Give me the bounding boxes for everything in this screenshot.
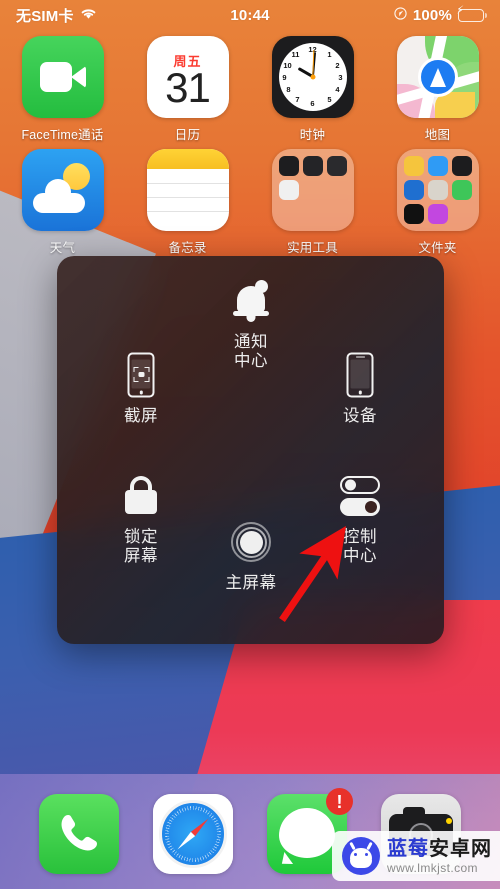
assistive-item-label: 设备 [343,407,377,425]
assistive-item-control-center[interactable]: 控制 中心 [318,473,402,566]
app-label: 日历 [174,128,201,142]
bell-icon [228,278,274,324]
app-label: 天气 [49,241,76,255]
app-label: 备忘录 [168,241,207,255]
home-screen-grid: FaceTime通话 周五 31 日历 12 1 2 3 4 5 6 7 [0,36,500,256]
app-label: 实用工具 [287,241,338,255]
wifi-icon [80,7,97,24]
assistive-item-device[interactable]: 设备 [318,352,402,426]
app-label: 文件夹 [418,241,457,255]
calendar-icon[interactable]: 周五 31 [146,36,229,118]
app-label: 地图 [424,128,451,142]
status-bar: 无SIM卡 10:44 100% ⚡ [0,0,500,30]
assistive-touch-menu-panel[interactable]: 通知 中心 截屏 设备 锁定 屏幕 主屏幕 控制 中心 [57,256,444,644]
app-clock[interactable]: 12 1 2 3 4 5 6 7 8 9 10 11 [250,36,375,143]
screenshot-icon [118,352,164,398]
watermark-text: 蓝莓安卓网 www.lmkjst.com [387,839,492,874]
site-watermark: 蓝莓安卓网 www.lmkjst.com [332,831,500,881]
control-center-toggles-icon [337,473,383,519]
watermark-name-part1: 蓝莓 [387,837,429,860]
iphone-screen: 无SIM卡 10:44 100% ⚡ FaceTime通话 周五 31 日历 1… [0,0,500,889]
watermark-url: www.lmkjst.com [387,860,478,875]
status-bar-right: 100% ⚡ [394,5,487,24]
clock-icon[interactable]: 12 1 2 3 4 5 6 7 8 9 10 11 [271,36,354,118]
battery-percent-label: 100% [412,6,452,24]
android-robot-icon [342,837,380,875]
watermark-name-part2: 安卓网 [429,837,492,860]
device-icon [337,352,383,398]
folder-icon[interactable] [396,149,479,231]
lightning-bolt-icon: ⚡ [456,4,465,17]
app-folder[interactable]: 文件夹 [375,149,500,256]
assistive-item-label: 锁定 屏幕 [124,528,158,565]
assistive-item-label: 通知 中心 [234,333,268,370]
app-label: 时钟 [299,128,326,142]
app-utilities-folder[interactable]: 实用工具 [250,149,375,256]
assistive-item-home-screen[interactable]: 主屏幕 [209,519,293,593]
home-button-icon [228,519,274,565]
assistive-item-label: 截屏 [124,407,158,425]
app-weather[interactable]: 天气 [0,149,125,256]
app-label: FaceTime通话 [21,128,104,142]
app-calendar[interactable]: 周五 31 日历 [125,36,250,143]
assistive-item-screenshot[interactable]: 截屏 [99,352,183,426]
assistive-item-lock-screen[interactable]: 锁定 屏幕 [99,473,183,566]
app-maps[interactable]: 地图 [375,36,500,143]
facetime-icon[interactable] [21,36,104,118]
app-facetime[interactable]: FaceTime通话 [0,36,125,143]
status-bar-left: 无SIM卡 [16,5,97,26]
assistive-item-label: 控制 中心 [343,528,377,565]
assistive-item-notification-center[interactable]: 通知 中心 [209,278,293,371]
calendar-day: 31 [165,63,211,111]
carrier-label: 无SIM卡 [16,7,74,25]
lock-icon [118,473,164,519]
maps-icon[interactable] [396,36,479,118]
location-arrow-icon [394,7,407,23]
safari-icon[interactable] [153,794,233,874]
assistive-item-label: 主屏幕 [225,574,277,592]
app-notes[interactable]: 备忘录 [125,149,250,256]
messages-badge: ! [326,788,353,815]
notes-icon[interactable] [146,149,229,231]
battery-icon: ⚡ [456,5,487,22]
utilities-folder-icon[interactable] [271,149,354,231]
phone-icon[interactable] [39,794,119,874]
weather-icon[interactable] [21,149,104,231]
